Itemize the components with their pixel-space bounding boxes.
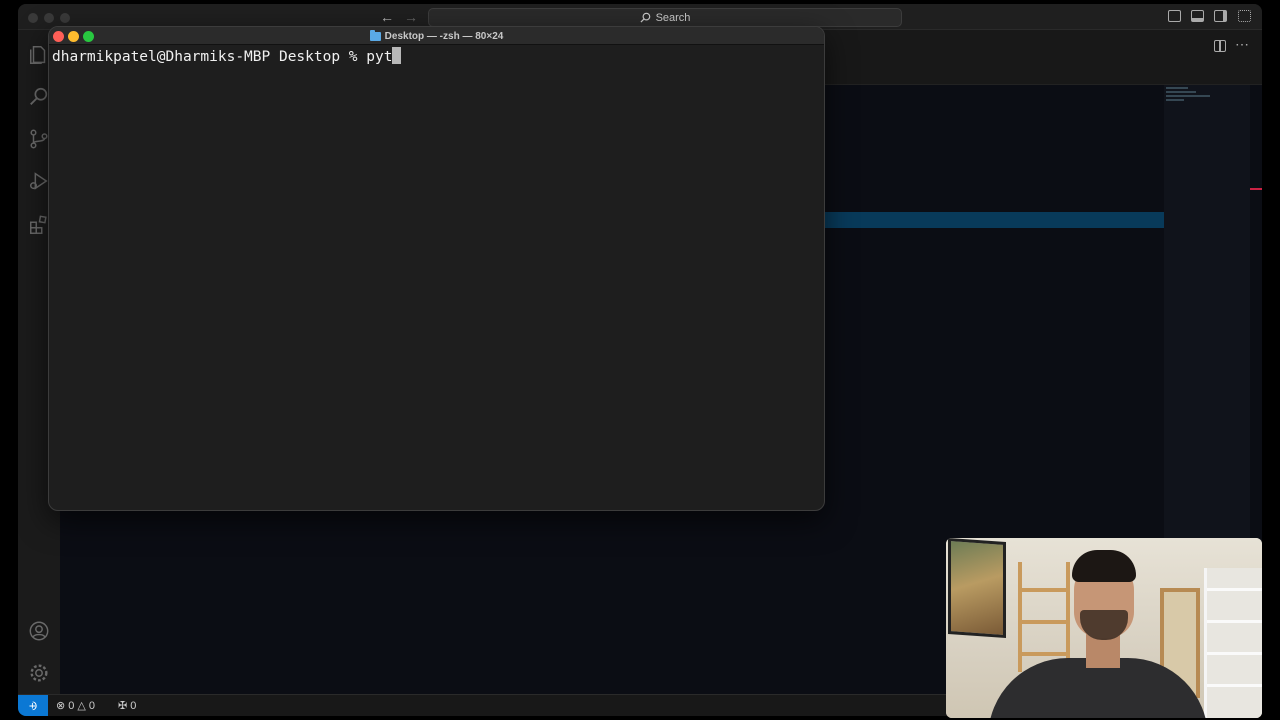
error-icon: ⊗	[56, 700, 66, 712]
run-debug-icon[interactable]	[28, 170, 50, 192]
more-actions-icon[interactable]: ⋯	[1235, 36, 1250, 53]
white-shelf	[1204, 568, 1262, 718]
shelf-board	[1207, 620, 1262, 623]
terminal-title: Desktop — -zsh — 80×24	[49, 27, 824, 45]
remote-indicator-icon[interactable]: ⨮	[18, 695, 48, 716]
window-close-dot[interactable]	[28, 13, 38, 23]
customize-layout-icon[interactable]	[1238, 10, 1251, 22]
shelf-board	[1207, 684, 1262, 687]
terminal-output[interactable]: dharmikpatel@Dharmiks-MBP Desktop % pyt	[52, 47, 821, 510]
warning-icon: △	[77, 700, 86, 712]
back-arrow-icon[interactable]: ←	[378, 8, 396, 26]
terminal-titlebar[interactable]: Desktop — -zsh — 80×24	[49, 27, 824, 45]
toggle-primary-sidebar-icon[interactable]	[1168, 10, 1181, 22]
current-line-highlight	[825, 212, 1174, 228]
command-input[interactable]: pyt	[366, 49, 392, 65]
account-icon[interactable]	[28, 620, 50, 642]
minimap-line	[1166, 99, 1184, 101]
extensions-icon[interactable]	[28, 214, 50, 236]
shelf-board	[1022, 652, 1066, 656]
shell-prompt: dharmikpatel@Dharmiks-MBP Desktop %	[52, 49, 367, 65]
forward-arrow-icon[interactable]: →	[402, 8, 420, 26]
settings-gear-icon[interactable]	[28, 662, 50, 684]
ports-indicator[interactable]: ✠ 0	[118, 699, 137, 713]
wooden-shelf	[1018, 562, 1070, 672]
problems-indicator[interactable]: ⊗ 0 △ 0	[56, 699, 95, 713]
window-minimize-dot[interactable]	[44, 13, 54, 23]
search-label: Search	[655, 11, 691, 24]
search-icon	[640, 12, 650, 23]
folder-icon	[369, 29, 381, 41]
minimap-line	[1166, 95, 1210, 97]
source-control-icon[interactable]	[28, 128, 50, 150]
window-maximize-dot[interactable]	[60, 13, 70, 23]
error-count: 0	[68, 699, 75, 712]
split-editor-icon[interactable]	[1214, 40, 1226, 52]
command-center-search[interactable]: Search	[428, 8, 902, 27]
ports-icon: ✠	[118, 700, 128, 712]
explorer-icon[interactable]	[28, 44, 50, 66]
person-hair	[1072, 550, 1136, 582]
ports-count: 0	[130, 699, 137, 712]
shelf-board	[1022, 620, 1066, 624]
shelf-board	[1207, 652, 1262, 655]
minimap-line	[1166, 91, 1196, 93]
shelf-board	[1022, 588, 1066, 592]
minimap[interactable]	[1164, 85, 1250, 540]
toggle-secondary-sidebar-icon[interactable]	[1214, 10, 1227, 22]
toggle-panel-icon[interactable]	[1191, 10, 1204, 22]
search-icon[interactable]	[28, 86, 50, 108]
minimap-line	[1166, 87, 1188, 89]
scrollbar-marker[interactable]	[1250, 188, 1262, 190]
wall-painting	[948, 538, 1006, 639]
terminal-window[interactable]: Desktop — -zsh — 80×24 dharmikpatel@Dhar…	[48, 26, 825, 511]
terminal-title-text: Desktop — -zsh — 80×24	[384, 30, 504, 42]
shelf-board	[1207, 588, 1262, 591]
webcam-overlay	[946, 538, 1262, 718]
warning-count: 0	[88, 699, 95, 712]
text-cursor	[392, 47, 402, 64]
